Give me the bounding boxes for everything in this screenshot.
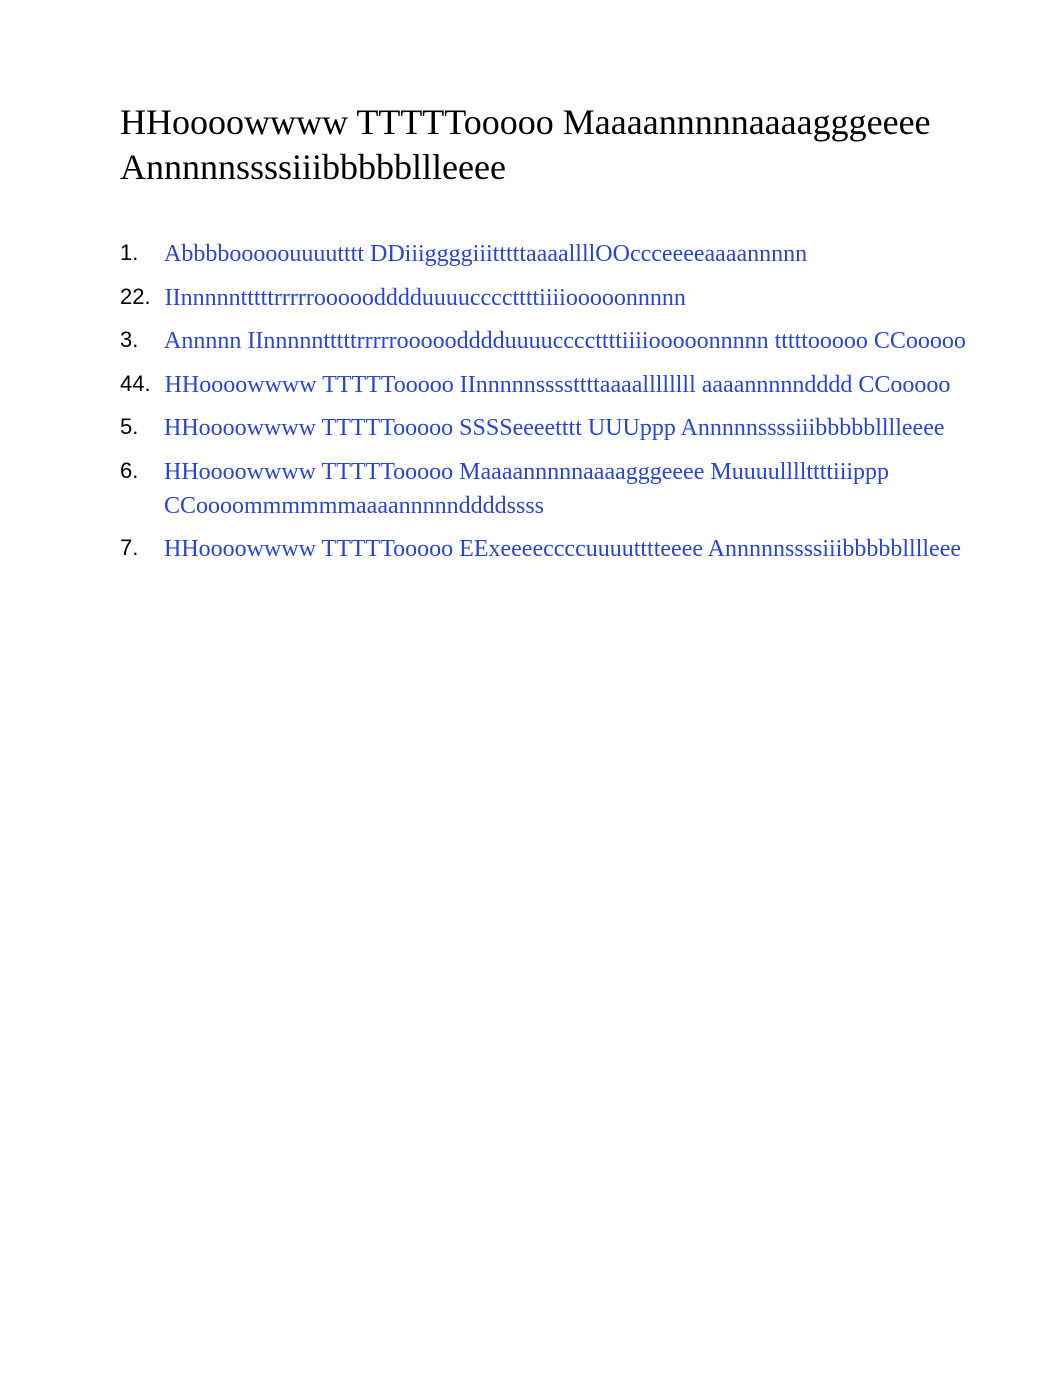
toc-number: 7. <box>120 533 150 564</box>
toc-item: 6. HHoooowwww TTTTTooooo Maaaannnnnaaaag… <box>120 456 1062 523</box>
toc-link-manage-multi[interactable]: HHoooowwww TTTTTooooo Maaaannnnnaaaaggge… <box>164 456 889 523</box>
toc-link-install[interactable]: HHoooowwww TTTTTooooo IInnnnnssssttttaaa… <box>165 369 951 403</box>
toc-number: 22. <box>120 282 151 313</box>
toc-link-introduction[interactable]: IInnnnntttttrrrrrooooodddduuuuccccttttii… <box>165 282 686 316</box>
toc-item: 44. HHoooowwww TTTTTooooo IInnnnnssssttt… <box>120 369 1062 403</box>
toc-link-about[interactable]: Abbbbooooouuuutttt DDiiiggggiiitttttaaaa… <box>164 238 807 272</box>
toc-item: 3. Annnnn IInnnnntttttrrrrrooooodddduuuu… <box>120 325 1062 359</box>
toc-number: 44. <box>120 369 151 400</box>
toc-link-setup[interactable]: HHoooowwww TTTTTooooo SSSSeeeetttt UUUpp… <box>164 412 945 446</box>
toc-number: 1. <box>120 238 150 269</box>
toc-item: 1. Abbbbooooouuuutttt DDiiiggggiiittttta… <box>120 238 1062 272</box>
toc-number: 6. <box>120 456 150 487</box>
page-title: HHoooowwww TTTTTooooo Maaaannnnnaaaaggge… <box>120 100 1062 190</box>
toc-link-line-1: HHoooowwww TTTTTooooo Maaaannnnnaaaaggge… <box>164 456 889 490</box>
toc-item: 7. HHoooowwww TTTTTooooo EExeeeeccccuuuu… <box>120 533 1062 567</box>
toc-link-line-2: CCoooommmmmmaaaannnnnddddssss <box>164 490 889 524</box>
toc-number: 5. <box>120 412 150 443</box>
title-line-2: Annnnnssssiiibbbbbllleeee <box>120 145 1062 190</box>
toc-item: 5. HHoooowwww TTTTTooooo SSSSeeeetttt UU… <box>120 412 1062 446</box>
toc-number: 3. <box>120 325 150 356</box>
toc-item: 22. IInnnnntttttrrrrrooooodddduuuucccctt… <box>120 282 1062 316</box>
table-of-contents: 1. Abbbbooooouuuutttt DDiiiggggiiittttta… <box>120 238 1062 567</box>
toc-link-intro-to[interactable]: Annnnn IInnnnntttttrrrrrooooodddduuuuccc… <box>164 325 966 359</box>
toc-link-execute[interactable]: HHoooowwww TTTTTooooo EExeeeeccccuuuuttt… <box>164 533 961 567</box>
title-line-1: HHoooowwww TTTTTooooo Maaaannnnnaaaaggge… <box>120 102 931 142</box>
